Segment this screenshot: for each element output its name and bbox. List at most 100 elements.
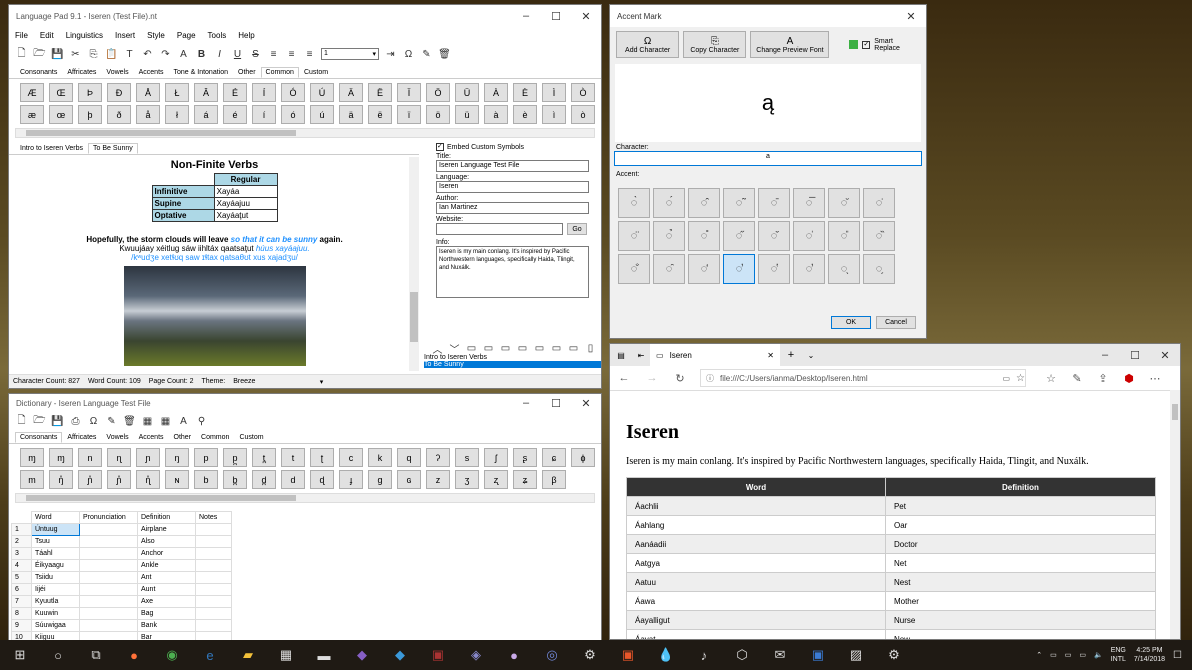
accent-mark-button[interactable]: ◌̍ <box>793 221 825 251</box>
align-right-icon[interactable]: ≡ <box>303 48 316 61</box>
save-icon[interactable]: 💾 <box>51 48 64 61</box>
symbol-button[interactable]: b <box>194 470 218 489</box>
chrome-icon[interactable]: ◉ <box>160 643 184 667</box>
pronunciation-cell[interactable] <box>79 583 138 596</box>
set-aside-icon[interactable]: ⇤ <box>632 351 650 360</box>
symbol-button[interactable]: ë <box>368 105 392 124</box>
cut-icon[interactable]: ✂ <box>69 48 82 61</box>
symbol-button[interactable]: ɲ̊ <box>78 470 102 489</box>
symbol-button[interactable]: q <box>397 448 421 467</box>
undo-icon[interactable]: ↶ <box>141 48 154 61</box>
accent-mark-button[interactable]: ◌̋ <box>723 221 755 251</box>
more-icon[interactable]: ⋯ <box>1142 372 1168 385</box>
symbol-button[interactable]: β <box>542 470 566 489</box>
clock[interactable]: 4:25 PM 7/14/2018 <box>1134 646 1165 664</box>
symbol-button[interactable]: í <box>252 105 276 124</box>
pen-icon[interactable]: ✎ <box>420 48 433 61</box>
accent-mark-button[interactable]: ◌̌ <box>758 221 790 251</box>
symbol-button[interactable]: Ò <box>571 83 595 102</box>
accent-mark-button[interactable]: ◌̏ <box>863 221 895 251</box>
menu-item[interactable]: Help <box>238 31 254 40</box>
symbol-button[interactable]: b̪ <box>223 470 247 489</box>
accent-mark-button[interactable]: ◌̔ <box>758 254 790 284</box>
accent-mark-button[interactable]: ◌̐ <box>618 254 650 284</box>
page-export-icon[interactable]: ▭ <box>550 342 563 355</box>
tab-accents[interactable]: Accents <box>134 67 169 78</box>
language-indicator[interactable]: ENG INTL <box>1111 646 1126 664</box>
scrollbar-thumb[interactable] <box>1172 404 1178 420</box>
app-icon[interactable]: ▣ <box>426 643 450 667</box>
scrollbar-thumb[interactable] <box>26 130 296 136</box>
dict-symbol-scrollbar[interactable] <box>15 493 595 503</box>
close-icon[interactable]: ✕ <box>571 5 601 27</box>
table-row[interactable]: 6 Iijéi Aunt <box>11 583 232 596</box>
symbol-button[interactable]: ŋ <box>165 448 189 467</box>
tray-chevron-icon[interactable]: ⌃ <box>1036 651 1042 659</box>
pronunciation-cell[interactable] <box>79 523 138 536</box>
extension-icon[interactable]: ⬢ <box>1116 372 1142 385</box>
symbol-button[interactable]: Ï <box>397 83 421 102</box>
change-preview-font-button[interactable]: A Change Preview Font <box>750 31 830 58</box>
symbol-button[interactable]: ɸ <box>571 448 595 467</box>
search-icon[interactable]: ⚲ <box>195 415 208 428</box>
page-delete-icon[interactable]: ▭ <box>516 342 529 355</box>
page-copy-icon[interactable]: ▭ <box>482 342 495 355</box>
symbol-button[interactable]: à <box>484 105 508 124</box>
accent-mark-button[interactable]: ◌̄ <box>758 188 790 218</box>
accent-mark-button[interactable]: ◌̖ <box>828 254 860 284</box>
menu-item[interactable]: Page <box>177 31 196 40</box>
cube-icon[interactable]: ⬡ <box>730 643 754 667</box>
symbol-button[interactable]: ɖ <box>310 470 334 489</box>
accent-mark-button[interactable]: ◌́ <box>653 188 685 218</box>
pronunciation-cell[interactable] <box>79 547 138 560</box>
symbol-button[interactable]: ʑ <box>513 470 537 489</box>
symbol-button[interactable]: Þ <box>78 83 102 102</box>
accent-mark-button[interactable]: ◌̕ <box>793 254 825 284</box>
word-cell[interactable]: Tsuu <box>31 535 80 548</box>
menu-item[interactable]: Tools <box>208 31 227 40</box>
symbol-button[interactable]: á <box>194 105 218 124</box>
doc-tab[interactable]: To Be Sunny <box>88 143 138 154</box>
symbol-button[interactable]: É <box>223 83 247 102</box>
notifications-icon[interactable]: ☐ <box>1173 650 1182 661</box>
pronunciation-cell[interactable] <box>79 535 138 548</box>
symbol-button[interactable]: Ü <box>455 83 479 102</box>
chat-icon[interactable]: ✉ <box>768 643 792 667</box>
strike-icon[interactable]: S <box>249 48 262 61</box>
new-icon[interactable]: 🗋 <box>15 48 28 61</box>
table-row[interactable]: 8 Kuuwin Bag <box>11 607 232 620</box>
settings-app-icon[interactable]: ⚙ <box>578 643 602 667</box>
tab-other[interactable]: Other <box>233 67 261 78</box>
tab-consonants[interactable]: Consonants <box>15 432 63 443</box>
symbol-button[interactable]: d̪ <box>252 470 276 489</box>
redo-icon[interactable]: ↷ <box>159 48 172 61</box>
save-icon[interactable]: 💾 <box>51 415 64 428</box>
omega-icon[interactable]: Ω <box>87 415 100 428</box>
symbol-button[interactable]: ï <box>397 105 421 124</box>
open-icon[interactable]: 🗁 <box>33 415 46 428</box>
cortana-icon[interactable]: ○ <box>46 643 70 667</box>
accent-mark-button[interactable]: ◌̒ <box>688 254 720 284</box>
symbol-button[interactable]: þ <box>78 105 102 124</box>
notes-cell[interactable] <box>195 571 232 584</box>
omega-icon[interactable]: Ω <box>402 48 415 61</box>
tray-app-icon[interactable]: ▭ <box>1050 651 1057 659</box>
add-character-button[interactable]: Ω Add Character <box>616 31 680 58</box>
tab-preview-icon[interactable]: ▤ <box>610 351 632 360</box>
share-icon[interactable]: ⇪ <box>1090 372 1116 385</box>
notes-cell[interactable] <box>195 547 232 560</box>
word-cell[interactable]: Táahl <box>31 547 80 560</box>
symbol-button[interactable]: ü <box>455 105 479 124</box>
page-import-icon[interactable]: ▭ <box>567 342 580 355</box>
definition-cell[interactable]: Aunt <box>137 583 196 596</box>
calculator-icon[interactable]: ▦ <box>274 643 298 667</box>
menu-item[interactable]: Linguistics <box>66 31 103 40</box>
copy-character-button[interactable]: ⎘ Copy Character <box>683 31 747 58</box>
symbol-button[interactable]: t̪ <box>252 448 276 467</box>
accent-mark-button[interactable]: ◌̉ <box>653 221 685 251</box>
pen-icon[interactable]: ✎ <box>105 415 118 428</box>
symbol-button[interactable]: ö <box>426 105 450 124</box>
symbol-button[interactable]: À <box>484 83 508 102</box>
accent-mark-button[interactable]: ◌̆ <box>828 188 860 218</box>
page-edit-icon[interactable]: ▭ <box>499 342 512 355</box>
